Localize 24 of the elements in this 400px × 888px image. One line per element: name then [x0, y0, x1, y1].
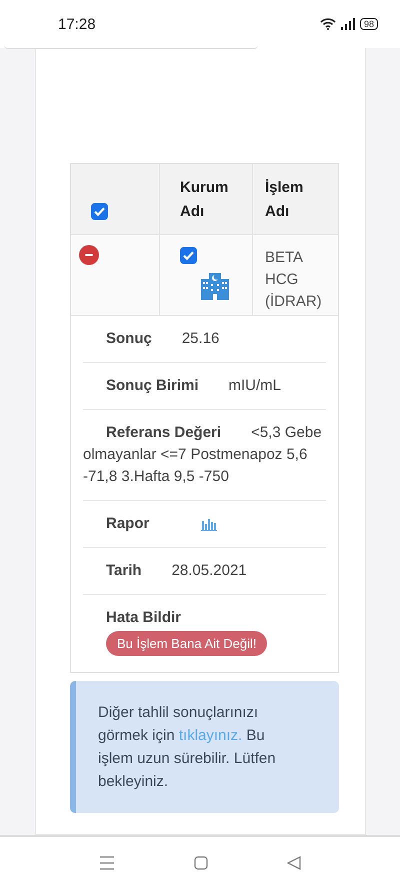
detail-text: Tarih 28.05.2021 — [105, 561, 248, 581]
menu-icon[interactable] — [99, 856, 116, 870]
click-here-link[interactable]: tıklayınız. — [178, 727, 242, 744]
table-cell-text: BETA HCG (İDRAR) — [265, 248, 323, 312]
clock-time: 17:28 — [58, 16, 96, 32]
detail-text: Sonuç Birimi mIU/mL — [105, 376, 282, 396]
hospital-icon — [200, 270, 230, 300]
collapse-icon[interactable] — [79, 245, 99, 265]
battery-indicator: 98 — [360, 18, 378, 30]
info-message: Diğer tahlil sonuçlarınızı görmek için tıklayınız. Bu işlem uzun sürebilir. Lütfen bekleyiniz. — [98, 703, 277, 792]
detail-label: Rapor — [106, 514, 150, 534]
home-icon[interactable] — [194, 856, 208, 870]
detail-label: Hata Bildir — [105, 608, 182, 628]
row-checkbox[interactable] — [180, 247, 197, 264]
signal-icon — [340, 18, 355, 30]
detail-text: Referans Değeri <5,3 Gebe olmayanlar <=7 Postmenapoz 5,6 -71,8 3.Hafta 9,5 -750 — [83, 423, 323, 487]
wifi-icon — [320, 18, 336, 30]
column-header: Kurum Adı — [180, 178, 230, 222]
detail-text: Sonuç 25.16 — [105, 329, 220, 349]
column-header: İşlem Adı — [265, 178, 304, 222]
report-error-button[interactable]: Bu İşlem Bana Ait Değil! — [106, 631, 268, 656]
bar-chart-icon[interactable] — [201, 517, 218, 531]
select-all-checkbox[interactable] — [91, 203, 108, 220]
back-icon[interactable] — [286, 856, 301, 870]
